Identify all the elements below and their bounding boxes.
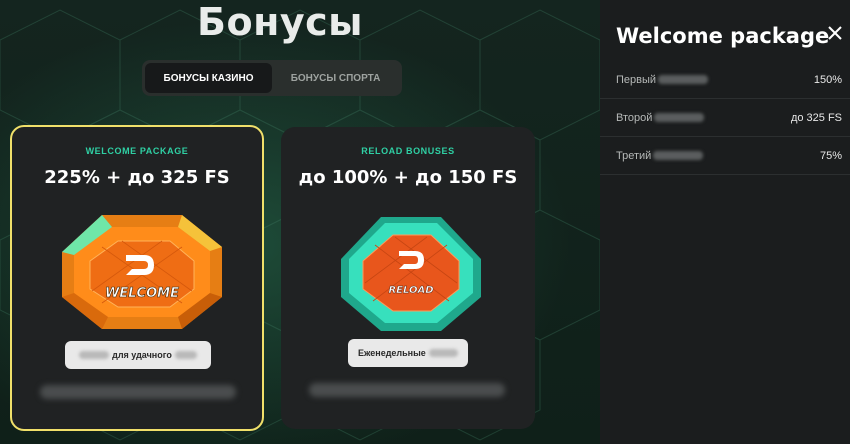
row-value: 75% (819, 149, 842, 162)
row-label: Второй (616, 111, 653, 124)
page-title: Бонусы (197, 0, 363, 44)
blurred-description (309, 383, 505, 397)
pill-label: Еженедельные (358, 348, 426, 358)
row-value: до 325 FS (790, 111, 842, 124)
blurred-text (654, 113, 705, 122)
pill-label: для удачного (112, 350, 172, 360)
card-eyebrow: RELOAD BONUSES (361, 146, 455, 156)
blurred-text (174, 351, 197, 359)
chest-label: WELCOME (105, 286, 179, 301)
reload-details-button[interactable]: Еженедельные (348, 339, 468, 367)
reload-chest-image: RELOAD (341, 217, 481, 331)
tab-casino-bonuses[interactable]: Бонусы казино (145, 63, 272, 93)
bonus-row-second: Второй до 325 FS (600, 99, 850, 137)
reload-bonuses-card[interactable]: RELOAD BONUSES до 100% + до 150 FS RELOA… (281, 127, 535, 429)
chest-label: RELOAD (388, 285, 433, 296)
welcome-details-button[interactable]: для удачного (65, 341, 211, 369)
blurred-text (79, 351, 110, 359)
bonus-tabs: Бонусы казино Бонусы спорта (142, 60, 402, 96)
blurred-description (40, 385, 236, 399)
blurred-text (653, 151, 704, 160)
welcome-package-panel: Welcome package Первый 150% Второй до 32… (600, 0, 850, 444)
card-eyebrow: WELCOME PACKAGE (85, 146, 189, 156)
row-value: 150% (813, 73, 842, 86)
tab-sport-bonuses[interactable]: Бонусы спорта (272, 63, 399, 93)
row-label: Первый (616, 73, 657, 86)
card-title: до 100% + до 150 FS (298, 167, 518, 188)
blurred-text (658, 75, 709, 84)
card-title: 225% + до 325 FS (44, 167, 230, 188)
close-icon[interactable] (826, 24, 844, 42)
welcome-package-card[interactable]: WELCOME PACKAGE 225% + до 325 FS WELCOME… (10, 125, 264, 431)
row-label: Третий (616, 149, 652, 162)
bonus-row-first: Первый 150% (600, 61, 850, 99)
welcome-chest-image: WELCOME (62, 215, 222, 329)
bonus-row-third: Третий 75% (600, 137, 850, 175)
panel-title: Welcome package (616, 24, 830, 48)
blurred-text (428, 349, 458, 357)
